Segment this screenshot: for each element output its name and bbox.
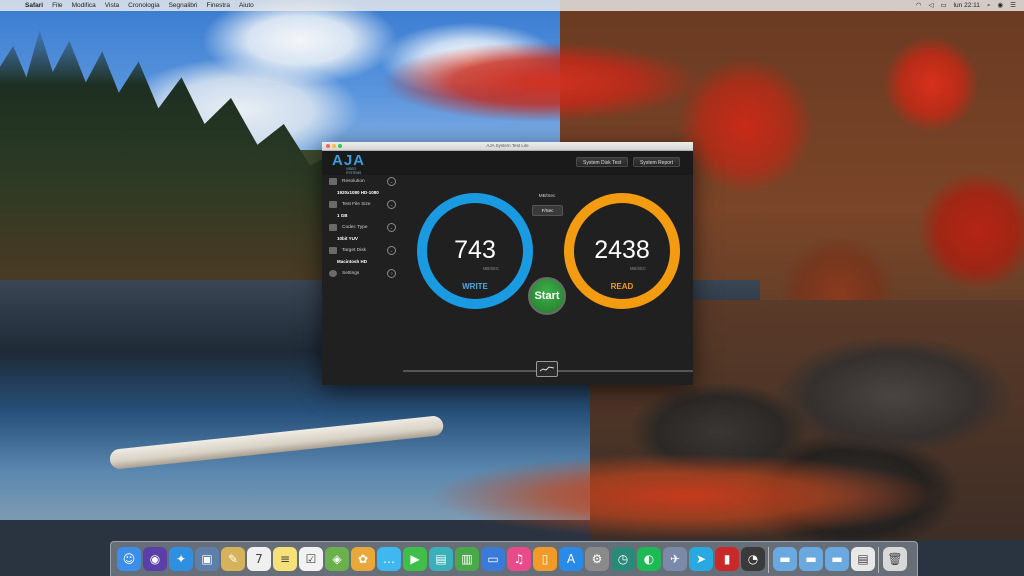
write-label: WRITE [462,282,488,291]
dock-separator [768,547,769,573]
spotlight-search-icon[interactable]: ⌕ [987,0,991,11]
preview-icon[interactable]: ▣ [195,547,219,571]
sidebar-item-value: 10bit YUV [337,236,358,241]
battery-icon[interactable]: ▭ [940,0,946,11]
messages-icon[interactable]: … [377,547,401,571]
sidebar-item-label: Target Disk [342,247,366,253]
read-speed-unit: MB/SEC [629,266,646,271]
window-title: AJA System Test Lite [486,143,529,148]
folder-icon[interactable]: ▬ [773,547,797,571]
sidebar-item-target-disk[interactable]: Target Disk ⌄ [326,243,402,257]
gear-icon [329,269,337,277]
notes-app-icon[interactable]: ≡ [273,547,297,571]
menu-file[interactable]: File [52,0,62,11]
maps-icon[interactable]: ◈ [325,547,349,571]
aja-logo-text: AJA [332,152,366,169]
chevron-down-icon[interactable]: ⌄ [387,200,396,209]
menu-view[interactable]: Vista [105,0,119,11]
calendar-icon[interactable]: 7 [247,547,271,571]
settings-sidebar: Resolution ⌄ 1920x1080 HD-1080 Test File… [326,174,402,284]
flashcard-icon[interactable]: ▮ [715,547,739,571]
sidebar-item-label: Test File Size [342,201,371,207]
units-selector: MB/Sec F/Sec [527,188,567,218]
read-speed-gauge: 2438 MB/SEC READ [564,193,680,309]
photo-booth-icon[interactable]: ▤ [429,547,453,571]
read-label: READ [610,282,634,291]
sidebar-item-resolution[interactable]: Resolution ⌄ [326,174,402,188]
siri-menu-icon[interactable]: ◉ [998,0,1004,11]
chevron-down-icon[interactable]: ⌄ [387,177,396,186]
start-button[interactable]: Start [528,277,566,315]
wifi-icon[interactable]: ◠ [916,0,922,11]
itunes-icon[interactable]: ♫ [507,547,531,571]
sidebar-item-value: 1920x1080 HD-1080 [337,190,379,195]
volume-icon[interactable]: ◁ [928,0,933,11]
disk-icon [329,246,337,254]
sidebar-item-value: Macintosh HD [337,259,368,264]
graph-view-button[interactable] [536,361,558,377]
notification-center-icon[interactable]: ☰ [1010,0,1016,11]
menu-window[interactable]: Finestra [206,0,229,11]
sidebar-item-settings[interactable]: Settings ? [326,266,402,280]
keynote-icon[interactable]: ▭ [481,547,505,571]
menu-edit[interactable]: Modifica [72,0,96,11]
system-disk-test-button[interactable]: System Disk Test [576,157,629,167]
ibooks-icon[interactable]: ▯ [533,547,557,571]
units-label: MB/Sec [538,194,556,199]
menu-history[interactable]: Cronologia [128,0,159,11]
time-machine-icon[interactable]: ◷ [611,547,635,571]
menu-clock[interactable]: lun 22:11 [954,0,980,11]
menu-help[interactable]: Aiuto [239,0,254,11]
sidebar-item-label: Settings [342,270,360,276]
launchpad-icon[interactable]: ✈ [663,547,687,571]
units-dropdown[interactable]: F/Sec [532,205,563,216]
numbers-icon[interactable]: ▥ [455,547,479,571]
siri-icon[interactable]: ◉ [143,547,167,571]
app-store-icon[interactable]: A [559,547,583,571]
system-preferences-icon[interactable]: ⚙ [585,547,609,571]
notes-icon[interactable]: ✎ [221,547,245,571]
sidebar-item-label: Codec Type [342,224,368,230]
photos-icon[interactable]: ✿ [351,547,375,571]
wallpaper-red-branch [290,10,710,130]
downloads-folder-icon[interactable]: ▬ [799,547,823,571]
trash-icon[interactable]: 🗑 [883,547,907,571]
dock-separator [878,547,879,573]
codec-icon [329,223,337,231]
chevron-down-icon[interactable]: ⌄ [387,223,396,232]
dock: ☺ ◉ ✦ ▣ ✎ 7 ≡ ☑ ◈ ✿… ▶ ▤ ▥ ▭ ♫ ▯ A ⚙ ◷ ◐ ✈ ➤ ▮ ◔ ▬ ▬ ▬ ▤ 🗑 [110,541,918,576]
graph-icon [540,366,554,372]
telegram-icon[interactable]: ➤ [689,547,713,571]
read-speed-value: 2438 [594,236,650,264]
chevron-down-icon[interactable]: ⌄ [387,246,396,255]
file-size-icon [329,200,337,208]
sidebar-item-value: 1 GB [337,213,348,218]
aja-system-test-icon[interactable]: ◔ [741,547,765,571]
resolution-icon [329,177,337,185]
question-icon[interactable]: ? [387,269,396,278]
menu-app-safari[interactable]: Safari [25,0,43,11]
write-speed-value: 743 [454,236,496,264]
finder-icon[interactable]: ☺ [117,547,141,571]
sidebar-item-label: Resolution [342,178,365,184]
safari-icon[interactable]: ✦ [169,547,193,571]
system-report-button[interactable]: System Report [633,157,681,167]
reminders-icon[interactable]: ☑ [299,547,323,571]
menu-bar-status-area: ◠ ◁ ▭ lun 22:11 ⌕ ◉ ☰ [916,0,1016,11]
menu-bar: Safari File Modifica Vista Cronologia Se… [0,0,1024,11]
sidebar-item-codec-type[interactable]: Codec Type ⌄ [326,220,402,234]
aja-logo: AJA VIDEO SYSTEMS [332,152,372,175]
aja-system-test-window: AJA System Test Lite AJA VIDEO SYSTEMS S… [322,142,693,385]
documents-folder-icon[interactable]: ▬ [825,547,849,571]
write-speed-unit: MB/SEC [482,266,499,271]
window-titlebar[interactable]: AJA System Test Lite [322,142,693,151]
facetime-icon[interactable]: ▶ [403,547,427,571]
sidebar-item-file-size[interactable]: Test File Size ⌄ [326,197,402,211]
write-speed-gauge: 743 MB/SEC WRITE [417,193,533,309]
menu-bookmarks[interactable]: Segnalibri [169,0,198,11]
document-icon[interactable]: ▤ [851,547,875,571]
spotify-icon[interactable]: ◐ [637,547,661,571]
